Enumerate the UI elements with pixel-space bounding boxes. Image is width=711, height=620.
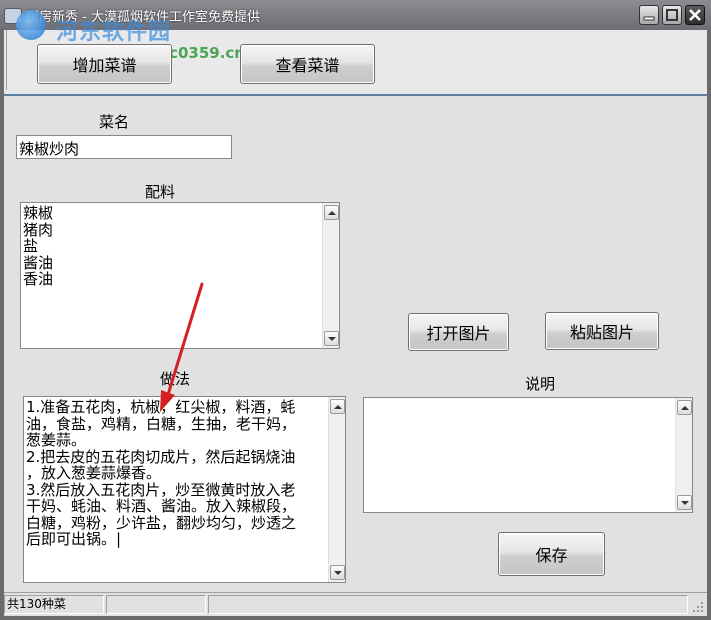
watermark-logo <box>16 10 46 40</box>
save-button[interactable]: 保存 <box>498 532 605 576</box>
dish-name-value: 辣椒炒肉 <box>19 140 80 158</box>
scroll-down-button[interactable] <box>677 495 692 510</box>
method-text: 1.准备五花肉，杭椒，红尖椒，料酒，蚝 油，食盐，鸡精，白糖，生抽，老干妈， 葱… <box>26 399 297 548</box>
paste-image-button[interactable]: 粘贴图片 <box>545 312 659 350</box>
open-image-button[interactable]: 打开图片 <box>408 313 509 351</box>
view-recipe-button[interactable]: 查看菜谱 <box>240 44 375 84</box>
chevron-up-icon <box>328 211 336 215</box>
minimize-icon <box>643 16 655 21</box>
minimize-button[interactable] <box>639 5 659 25</box>
status-panel <box>106 595 206 614</box>
maximize-icon <box>666 9 678 21</box>
ingredients-scrollbar[interactable] <box>322 203 339 348</box>
annotation-arrow-icon <box>160 282 204 412</box>
close-icon <box>689 9 701 21</box>
chevron-down-icon <box>681 501 689 505</box>
notes-label: 说明 <box>525 375 556 393</box>
chevron-up-icon <box>334 405 342 409</box>
divider <box>6 30 7 90</box>
notes-scrollbar[interactable] <box>675 398 692 512</box>
scroll-down-button[interactable] <box>330 565 345 580</box>
maximize-button[interactable] <box>662 5 682 25</box>
chevron-down-icon <box>334 571 342 575</box>
status-panel <box>208 595 688 614</box>
scroll-up-button[interactable] <box>324 205 339 220</box>
scroll-up-button[interactable] <box>677 400 692 415</box>
recipe-count: 共130种菜 <box>4 595 104 614</box>
status-bar: 共130种菜 <box>4 592 707 616</box>
dish-name-label: 菜名 <box>99 113 130 131</box>
add-recipe-button[interactable]: 增加菜谱 <box>37 44 172 84</box>
dish-name-input[interactable]: 辣椒炒肉 <box>16 135 232 159</box>
method-scrollbar[interactable] <box>328 397 345 582</box>
close-button[interactable] <box>685 5 705 25</box>
scroll-up-button[interactable] <box>330 399 345 414</box>
ingredients-label: 配料 <box>145 183 176 201</box>
notes-textarea[interactable] <box>363 397 693 513</box>
scroll-down-button[interactable] <box>324 331 339 346</box>
resize-grip-icon[interactable] <box>692 601 704 613</box>
ingredients-text: 辣椒 猪肉 盐 酱油 香油 <box>23 204 54 288</box>
chevron-up-icon <box>681 406 689 410</box>
chevron-down-icon <box>328 337 336 341</box>
watermark-name: 河东软件园 <box>56 20 172 45</box>
method-textarea[interactable]: 1.准备五花肉，杭椒，红尖椒，料酒，蚝 油，食盐，鸡精，白糖，生抽，老干妈， 葱… <box>23 396 346 583</box>
